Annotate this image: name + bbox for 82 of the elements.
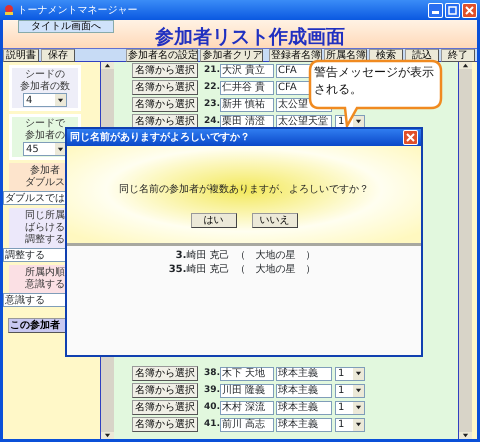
dropdown[interactable]: 1 <box>335 418 365 432</box>
club-field[interactable]: 球本主義 <box>276 418 332 432</box>
row-number: 21. <box>203 64 220 77</box>
page-heading: 参加者リスト作成画面 <box>155 24 345 50</box>
caret-icon <box>355 370 362 377</box>
window-title: トーナメントマネージャー <box>18 4 138 18</box>
setting-label: シードの <box>25 69 65 80</box>
select-from-roster-button[interactable]: 名簿から選択 <box>132 366 198 381</box>
name-field[interactable]: 木村 深流 <box>220 400 274 414</box>
row-number: 38. <box>203 366 220 380</box>
close-button[interactable] <box>462 2 477 18</box>
toolbar-button[interactable]: 参加者クリア <box>200 49 264 62</box>
caret-icon <box>355 387 362 394</box>
row-number: 41. <box>203 418 220 431</box>
scroll-down-icon <box>104 432 111 439</box>
setting-label: 同じ所属 <box>25 210 65 222</box>
caret-icon <box>57 96 64 104</box>
toolbar-button[interactable]: 終了 <box>441 49 475 62</box>
dropdown[interactable]: 1 <box>335 400 365 414</box>
name-field[interactable]: 大沢 貴立 <box>220 64 274 78</box>
select-from-roster-button[interactable]: 名簿から選択 <box>132 417 198 432</box>
row-number: 40. <box>203 400 220 414</box>
club-field[interactable]: 球本主義 <box>276 400 332 414</box>
back-button[interactable]: タイトル画面へ <box>18 20 114 33</box>
select-from-roster-button[interactable]: 名簿から選択 <box>132 383 198 398</box>
caret-icon <box>57 146 64 152</box>
dialog-button[interactable]: はい <box>190 213 236 228</box>
club-field[interactable]: 太公望天堂 <box>276 114 332 128</box>
close-button[interactable] <box>403 130 418 145</box>
dropdown[interactable]: 1 <box>335 384 365 398</box>
app-icon <box>3 4 15 16</box>
club-field[interactable]: 球本主義 <box>276 366 332 380</box>
entry-name: 崎田 克己 <box>186 262 230 276</box>
select-from-roster-button[interactable]: 名簿から選択 <box>132 97 198 112</box>
close-icon <box>465 6 474 14</box>
setting-label: 参加者の数 <box>20 81 70 93</box>
dropdown[interactable]: 45 <box>23 142 67 156</box>
dropdown[interactable]: 1 <box>335 366 365 380</box>
row-number: 22. <box>203 80 220 94</box>
toolbar-button[interactable]: 保存 <box>41 49 75 62</box>
club-field[interactable]: 球本主義 <box>276 384 332 398</box>
entry-name: 崎田 克己 <box>186 248 230 262</box>
maximize-button[interactable] <box>445 2 460 18</box>
name-field[interactable]: 川田 隆義 <box>220 384 274 398</box>
minimize-icon <box>432 10 439 14</box>
select-from-roster-button[interactable]: 名簿から選択 <box>132 400 198 415</box>
caret-icon <box>355 118 362 125</box>
select-from-roster-button[interactable]: 名簿から選択 <box>132 63 198 78</box>
dialog-title: 同じ名前がありますがよろしいですか？ <box>70 130 250 145</box>
name-field[interactable]: 仁井谷 貴 <box>220 80 274 94</box>
row-number: 23. <box>203 98 220 111</box>
entry-club: （ 大地の星 ） <box>236 262 316 276</box>
setting-label: ばらける <box>25 222 65 234</box>
select-from-roster-button[interactable]: 名簿から選択 <box>132 80 198 95</box>
dialog-button[interactable]: いいえ <box>252 213 298 228</box>
close-icon <box>406 133 415 142</box>
maximize-icon <box>448 6 457 14</box>
toolbar-button[interactable]: 説明書 <box>3 49 39 62</box>
caret-icon <box>355 421 362 428</box>
setting-label: シードで <box>25 118 65 130</box>
setting-label: ダブルス <box>25 177 65 189</box>
setting-label: 所属内順 <box>25 267 65 278</box>
setting-label: 参加者 <box>30 165 60 176</box>
caret-icon <box>355 404 362 411</box>
name-field[interactable]: 木下 天地 <box>220 366 274 380</box>
scroll-down-icon <box>462 432 469 439</box>
row-number: 24. <box>203 114 220 128</box>
setting-label: 意識する <box>25 279 65 291</box>
toolbar-button[interactable]: 登録者名簿 <box>268 49 322 62</box>
name-field[interactable]: 新井 慎祐 <box>220 98 274 112</box>
entry-number: 35. <box>168 262 186 276</box>
name-field[interactable]: 栗田 清澄 <box>220 114 274 128</box>
dropdown[interactable]: 4 <box>23 93 67 107</box>
row-number: 39. <box>203 384 220 397</box>
setting-label: 参加者の <box>25 130 65 142</box>
setting-label: 調整する <box>25 234 65 246</box>
entry-number: 3. <box>174 248 186 262</box>
name-field[interactable]: 前川 高志 <box>220 418 274 432</box>
minimize-button[interactable] <box>428 2 443 18</box>
entry-club: （ 大地の星 ） <box>236 248 316 262</box>
dialog-message: 同じ名前の参加者が複数ありますが、よろしいですか？ <box>119 182 369 197</box>
scrollbar[interactable] <box>458 62 472 439</box>
